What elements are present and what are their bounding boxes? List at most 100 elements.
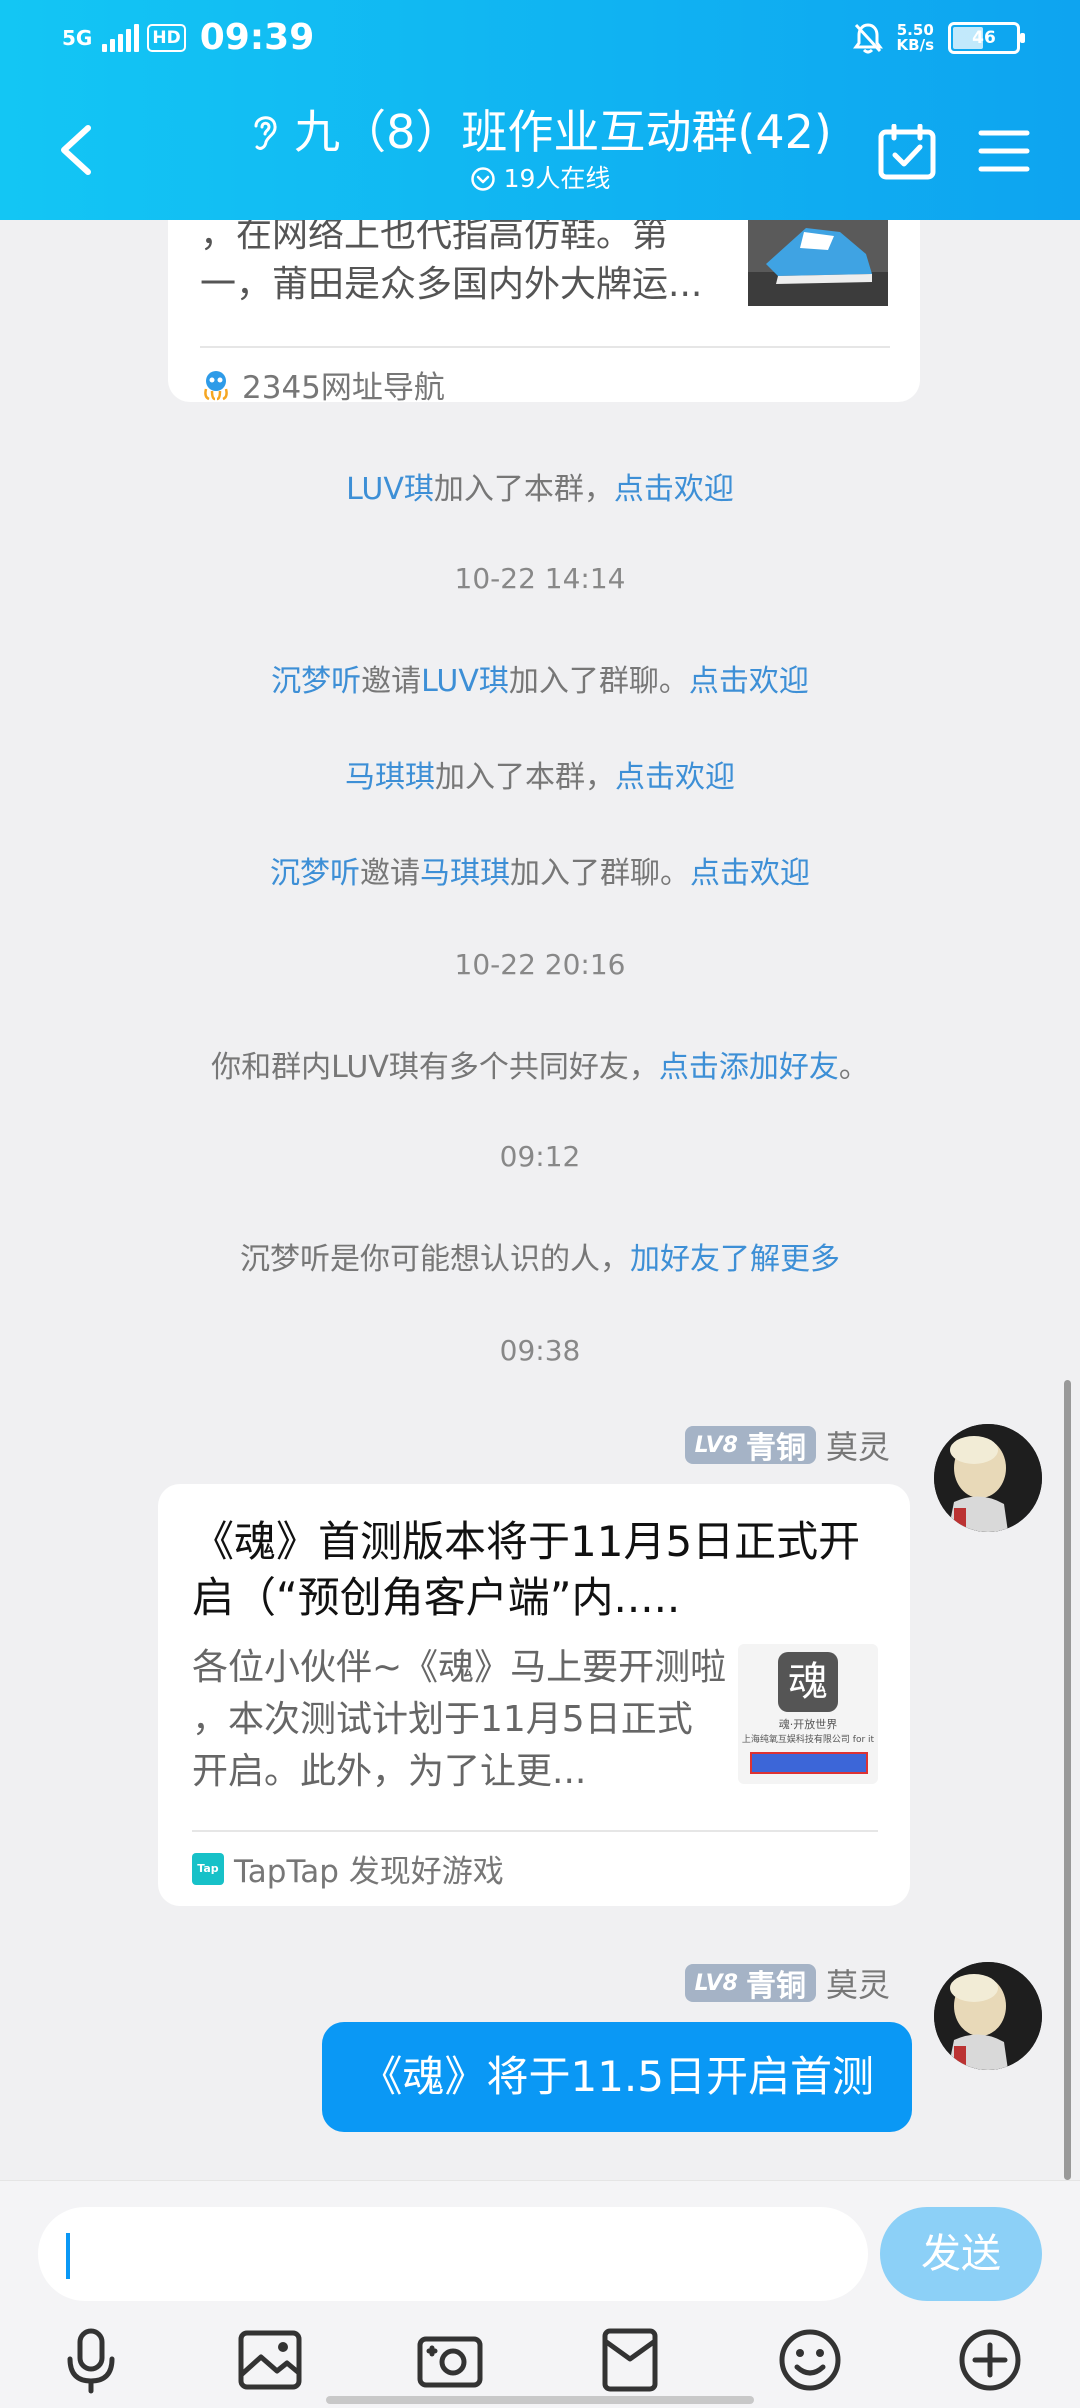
title-block[interactable]: 九（8）班作业互动群(42) 19人在线	[190, 102, 890, 196]
avatar-image	[934, 1424, 1042, 1532]
avatar[interactable]	[934, 1424, 1042, 1532]
user-link[interactable]: LUV琪	[421, 664, 509, 699]
mic-icon[interactable]	[56, 2325, 126, 2395]
link-card-top[interactable]: ，在网络上也代指高仿鞋。第 一，莆田是众多国内外大牌运... 2345网址导航	[168, 220, 920, 406]
ear-icon	[254, 116, 277, 150]
timestamp: 10-22 14:14	[454, 562, 626, 595]
card-source-label: 2345网址导航	[242, 370, 445, 406]
back-arrow-icon[interactable]	[52, 120, 102, 180]
share-desc-line: ，本次测试计划于11月5日正式	[192, 1699, 693, 1740]
online-count: 19人在线	[190, 162, 890, 196]
timestamp: 10-22 20:16	[454, 948, 626, 981]
title-row: 九（8）班作业互动群(42)	[190, 102, 890, 162]
battery-level: 46	[972, 28, 996, 48]
sender-info: LV8 青铜 莫灵	[684, 1422, 890, 1468]
signal-icon	[102, 24, 140, 52]
status-right: 5.50 KB/s 46	[852, 22, 1025, 54]
welcome-link[interactable]: 点击欢迎	[690, 856, 810, 891]
welcome-link[interactable]: 点击欢迎	[614, 472, 734, 507]
share-desc-line: 开启。此外，为了让更...	[192, 1751, 587, 1792]
menu-icon[interactable]	[978, 128, 1030, 174]
emoji-icon[interactable]	[775, 2325, 845, 2395]
user-link[interactable]: 沉梦听	[270, 856, 360, 891]
home-indicator[interactable]	[326, 2396, 754, 2404]
taptap-logo-icon: Tap	[192, 1852, 224, 1885]
sys-text: 加入了本群，	[433, 472, 614, 507]
user-link[interactable]: 马琪琪	[345, 760, 435, 795]
system-message-0: LUV琪加入了本群，点击欢迎	[0, 464, 1080, 508]
add-friend-link[interactable]: 加好友了解更多	[630, 1242, 840, 1277]
rank-label: 青铜	[745, 1969, 806, 2004]
share-card-desc: 各位小伙伴~《魂》马上要开测啦 ，本次测试计划于11月5日正式 开启。此外，为了…	[192, 1642, 732, 1798]
header: 5G HD 09:39 5.50 KB/s 46 九（8）班作业互动群(42) …	[0, 0, 1080, 220]
level-badge: LV8 青铜	[684, 1964, 816, 2004]
network-type: 5G	[62, 26, 93, 50]
level-label: LV8	[694, 1970, 738, 1996]
calendar-check-icon[interactable]	[878, 124, 936, 180]
user-link[interactable]: 沉梦听	[271, 664, 361, 699]
card-source: 2345网址导航	[200, 362, 445, 407]
sneaker-thumbnail	[748, 220, 888, 306]
sys-text: 你和群内LUV琪有多个共同好友，	[211, 1050, 659, 1085]
message-bubble[interactable]: 《魂》将于11.5日开启首测	[322, 2022, 912, 2132]
card-source-label: TapTap 发现好游戏	[234, 1854, 504, 1890]
avatar[interactable]	[934, 1962, 1042, 2070]
text-caret	[66, 2233, 70, 2279]
user-link[interactable]: 马琪琪	[420, 856, 510, 891]
system-message-3: 马琪琪加入了本群，点击欢迎	[0, 752, 1080, 796]
scrollbar[interactable]	[1064, 1380, 1071, 2180]
share-title-line: 启（“预创角客户端”内.....	[192, 1573, 681, 1622]
sys-text: 加入了群聊。	[508, 664, 689, 699]
system-message-6: 你和群内LUV琪有多个共同好友，点击添加好友。	[0, 1042, 1080, 1086]
clock: 09:39	[199, 17, 315, 58]
card-source: Tap TapTap 发现好游戏	[192, 1846, 504, 1891]
status-left: 5G HD 09:39	[62, 18, 314, 58]
hd-badge: HD	[147, 24, 186, 52]
share-thumbnail: 魂 魂·开放世界 上海纯氧互娱科技有限公司 for it	[738, 1644, 878, 1784]
net-speed: 5.50 KB/s	[897, 23, 934, 53]
send-button[interactable]: 发送	[880, 2207, 1042, 2301]
camera-icon[interactable]	[415, 2325, 485, 2395]
game-logo-icon: 魂	[778, 1652, 838, 1712]
share-title-line: 《魂》首测版本将于11月5日正式开	[192, 1517, 861, 1566]
message-input[interactable]	[38, 2207, 868, 2301]
user-link[interactable]: LUV琪	[346, 472, 434, 507]
sys-text: 。	[838, 1050, 869, 1085]
battery-icon: 46	[948, 22, 1025, 54]
welcome-link[interactable]: 点击欢迎	[689, 664, 809, 699]
card-text-line: ，在网络上也代指高仿鞋。第	[200, 220, 669, 255]
sys-text: 加入了群聊。	[510, 856, 690, 891]
online-count-label: 19人在线	[503, 164, 611, 193]
card-divider	[192, 1830, 878, 1832]
card-text-line: 一，莆田是众多国内外大牌运...	[200, 264, 703, 305]
bell-muted-icon	[852, 23, 883, 54]
net-speed-unit: KB/s	[896, 36, 934, 54]
sender-name[interactable]: 莫灵	[826, 1960, 890, 2006]
sender-name[interactable]: 莫灵	[826, 1422, 890, 1468]
rank-label: 青铜	[745, 1431, 806, 1466]
share-card[interactable]: 《魂》首测版本将于11月5日正式开 启（“预创角客户端”内..... 各位小伙伴…	[158, 1484, 910, 1906]
sys-text: 沉梦听是你可能想认识的人，	[240, 1242, 630, 1277]
red-packet-icon[interactable]	[595, 2325, 665, 2395]
add-friend-link[interactable]: 点击添加好友	[659, 1050, 839, 1085]
system-message-2: 沉梦听邀请LUV琪加入了群聊。点击欢迎	[0, 656, 1080, 700]
system-message-4: 沉梦听邀请马琪琪加入了群聊。点击欢迎	[0, 848, 1080, 892]
card-divider	[200, 346, 890, 348]
sender-info: LV8 青铜 莫灵	[684, 1960, 890, 2006]
input-toolbar	[0, 2321, 1080, 2401]
sys-text: 邀请	[361, 664, 422, 699]
sys-text: 加入了本群，	[435, 760, 615, 795]
chat-area[interactable]: ，在网络上也代指高仿鞋。第 一，莆田是众多国内外大牌运... 2345网址导航 …	[0, 220, 1080, 2180]
thumb-caption: 魂·开放世界	[778, 1718, 838, 1731]
chevron-circle-icon	[470, 167, 495, 191]
welcome-link[interactable]: 点击欢迎	[615, 760, 735, 795]
page-title: 九（8）班作业互动群(42)	[294, 105, 832, 159]
level-label: LV8	[694, 1432, 738, 1458]
image-icon[interactable]	[235, 2325, 305, 2395]
thumb-button	[750, 1752, 868, 1774]
plus-icon[interactable]	[955, 2325, 1025, 2395]
sys-text: 邀请	[360, 856, 420, 891]
status-bar: 5G HD 09:39 5.50 KB/s 46	[0, 0, 1080, 80]
input-bar: 发送	[0, 2180, 1080, 2408]
timestamp: 09:12	[499, 1140, 581, 1173]
